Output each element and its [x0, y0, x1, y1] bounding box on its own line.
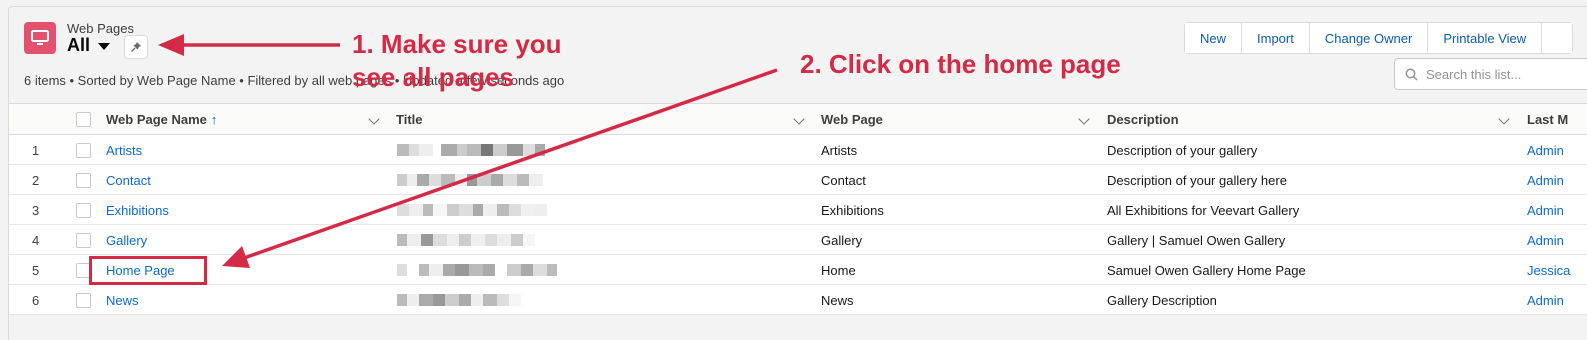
arrowhead-icon	[158, 34, 184, 56]
annotation-step-1-line-1: 1. Make sure you	[352, 29, 562, 59]
arrowhead-icon	[222, 246, 250, 268]
annotation-step-1-line-2: see all pages	[352, 61, 514, 92]
annotation-arrows	[158, 34, 778, 268]
annotation-step-1: 1. Make sure you see all pages	[352, 28, 562, 93]
annotation-step-2: 2. Click on the home page	[800, 49, 1121, 79]
arrow-to-home-page	[243, 68, 778, 260]
